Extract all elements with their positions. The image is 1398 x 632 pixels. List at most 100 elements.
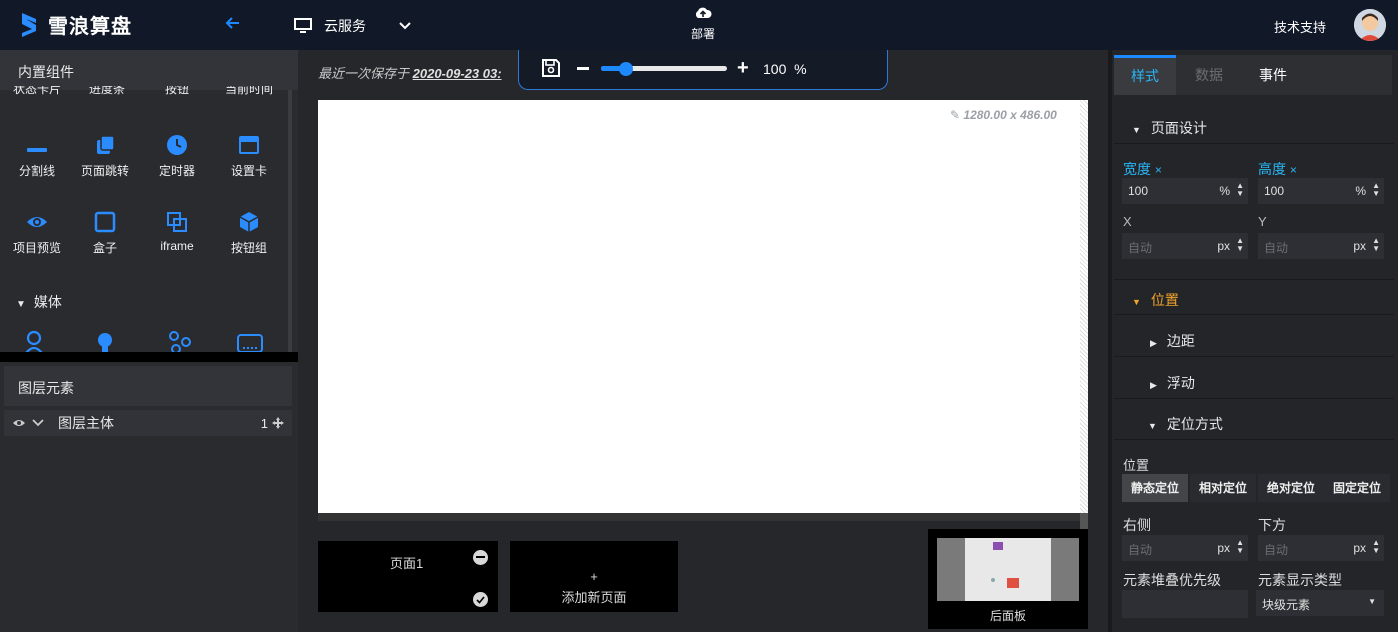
layer-count: 1	[260, 415, 268, 431]
component-page-jump[interactable]: 页面跳转	[68, 134, 142, 179]
preview-side	[1051, 538, 1079, 601]
eye-icon[interactable]	[12, 418, 26, 428]
support-link[interactable]: 技术支持	[1274, 17, 1326, 36]
add-page-button[interactable]: + 添加新页面	[510, 541, 678, 612]
unit: px	[1217, 541, 1230, 555]
iframe-icon	[167, 212, 187, 232]
spinner-icon[interactable]: ▲ ▼	[1236, 182, 1244, 198]
section-label: 浮动	[1166, 375, 1195, 391]
component-button[interactable]: 按钮	[140, 86, 214, 98]
height-label: 高度 ×	[1258, 159, 1297, 179]
deploy-button[interactable]: 部署	[686, 6, 720, 42]
spinner-icon[interactable]: ▲ ▼	[1236, 237, 1244, 253]
page-design-section[interactable]: ▼ 页面设计	[1114, 108, 1394, 144]
scrollbar-handle[interactable]	[1080, 513, 1088, 529]
deploy-label: 部署	[690, 27, 715, 41]
logo[interactable]: 雪浪算盘	[18, 10, 132, 39]
design-canvas[interactable]	[318, 100, 1088, 513]
unit: px	[1353, 239, 1366, 253]
cloud-upload-icon	[695, 7, 712, 18]
zoom-out-button[interactable]	[577, 67, 589, 70]
position-section[interactable]: ▼ 位置	[1114, 279, 1394, 315]
plus-icon: +	[590, 569, 598, 584]
spinner-icon[interactable]: ▲ ▼	[1372, 182, 1380, 198]
float-section[interactable]: ▶ 浮动	[1114, 363, 1394, 399]
nodes-icon[interactable]	[168, 330, 192, 352]
component-iframe[interactable]: iframe	[140, 211, 214, 253]
card-icon	[239, 136, 259, 154]
component-progress-bar[interactable]: 进度条	[70, 86, 144, 98]
chevron-down-icon[interactable]	[32, 419, 44, 427]
component-box[interactable]: 盒子	[68, 211, 142, 256]
tab-style[interactable]: 样式	[1114, 55, 1176, 95]
page-label: 页面1	[390, 556, 424, 571]
zoom-in-button[interactable]: +	[737, 58, 749, 78]
relative-position-button[interactable]: 相对定位	[1190, 474, 1256, 502]
canvas-size[interactable]: ✎ 1280.00 x 486.00	[950, 108, 1057, 122]
add-page-label: 添加新页面	[561, 590, 627, 605]
tab-data[interactable]: 数据	[1178, 55, 1240, 95]
avatar[interactable]	[1354, 9, 1386, 41]
bulb-icon[interactable]	[96, 332, 114, 352]
unit: px	[1217, 239, 1230, 253]
static-position-button[interactable]: 静态定位	[1122, 474, 1188, 502]
component-project-preview[interactable]: 项目预览	[0, 211, 74, 256]
zoom-slider[interactable]	[601, 62, 727, 76]
component-timer[interactable]: 定时器	[140, 134, 214, 179]
component-label: 状态卡片	[12, 86, 61, 96]
height-label-text: 高度	[1258, 161, 1286, 177]
y-input[interactable]: 自动 px ▲ ▼	[1258, 233, 1384, 259]
width-input[interactable]: 100% ▲ ▼	[1122, 178, 1248, 204]
fixed-position-button[interactable]: 固定定位	[1324, 474, 1390, 502]
page-thumbnail[interactable]: 页面1	[318, 541, 498, 612]
clear-icon[interactable]: ×	[1290, 163, 1297, 177]
display-select[interactable]: 块级元素 ▼	[1256, 590, 1384, 616]
media-group-toggle[interactable]: ▼ 媒体	[16, 292, 62, 312]
tab-events[interactable]: 事件	[1242, 55, 1304, 95]
save-icon[interactable]	[541, 58, 561, 78]
back-panel-preview	[937, 538, 1079, 601]
component-label: 当前时间	[224, 86, 273, 96]
layers-header: 图层元素	[4, 366, 292, 406]
check-icon[interactable]	[473, 592, 488, 607]
layer-row[interactable]: 图层主体 1	[4, 410, 292, 436]
component-label: 项目预览	[12, 241, 61, 255]
component-current-time[interactable]: 当前时间	[212, 86, 286, 98]
bottom-input[interactable]: 自动 px ▲ ▼	[1258, 535, 1384, 561]
component-divider[interactable]: 分割线	[0, 134, 74, 179]
zoom-slider-knob[interactable]	[619, 62, 634, 76]
y-placeholder: 自动	[1264, 241, 1289, 255]
screen-icon[interactable]	[236, 332, 264, 352]
components-scrollbar[interactable]	[288, 90, 292, 352]
eye-icon	[27, 217, 47, 227]
unit: %	[1355, 184, 1366, 198]
y-label: Y	[1258, 214, 1267, 229]
canvas-scrollbar[interactable]	[318, 513, 1088, 521]
preview-item	[991, 578, 995, 582]
user-icon[interactable]	[22, 330, 46, 352]
clear-icon[interactable]: ×	[1155, 163, 1162, 177]
height-value: 100	[1264, 184, 1285, 198]
component-status-card[interactable]: 状态卡片	[0, 86, 74, 98]
component-settings-card[interactable]: 设置卡	[212, 134, 286, 179]
service-selector[interactable]: 云服务	[294, 16, 412, 36]
display-value: 块级元素	[1262, 598, 1311, 612]
spinner-icon[interactable]: ▲ ▼	[1236, 539, 1244, 555]
spinner-icon[interactable]: ▲ ▼	[1372, 539, 1380, 555]
section-label: 页面设计	[1150, 120, 1207, 136]
margin-section[interactable]: ▶ 边距	[1114, 321, 1394, 357]
move-icon[interactable]	[272, 417, 284, 429]
spinner-icon[interactable]: ▲ ▼	[1372, 237, 1380, 253]
remove-page-icon[interactable]	[473, 550, 488, 565]
x-input[interactable]: 自动 px ▲ ▼	[1122, 233, 1248, 259]
caret-right-icon: ▶	[1150, 380, 1157, 390]
back-arrow-icon[interactable]	[224, 14, 242, 32]
absolute-position-button[interactable]: 绝对定位	[1258, 474, 1324, 502]
cube-icon	[239, 212, 259, 232]
right-input[interactable]: 自动 px ▲ ▼	[1122, 535, 1248, 561]
zindex-input[interactable]	[1122, 590, 1248, 618]
positioning-section[interactable]: ▼ 定位方式	[1114, 404, 1394, 440]
component-button-group[interactable]: 按钮组	[212, 211, 286, 256]
canvas-edge	[1080, 100, 1088, 513]
height-input[interactable]: 100% ▲ ▼	[1258, 178, 1384, 204]
